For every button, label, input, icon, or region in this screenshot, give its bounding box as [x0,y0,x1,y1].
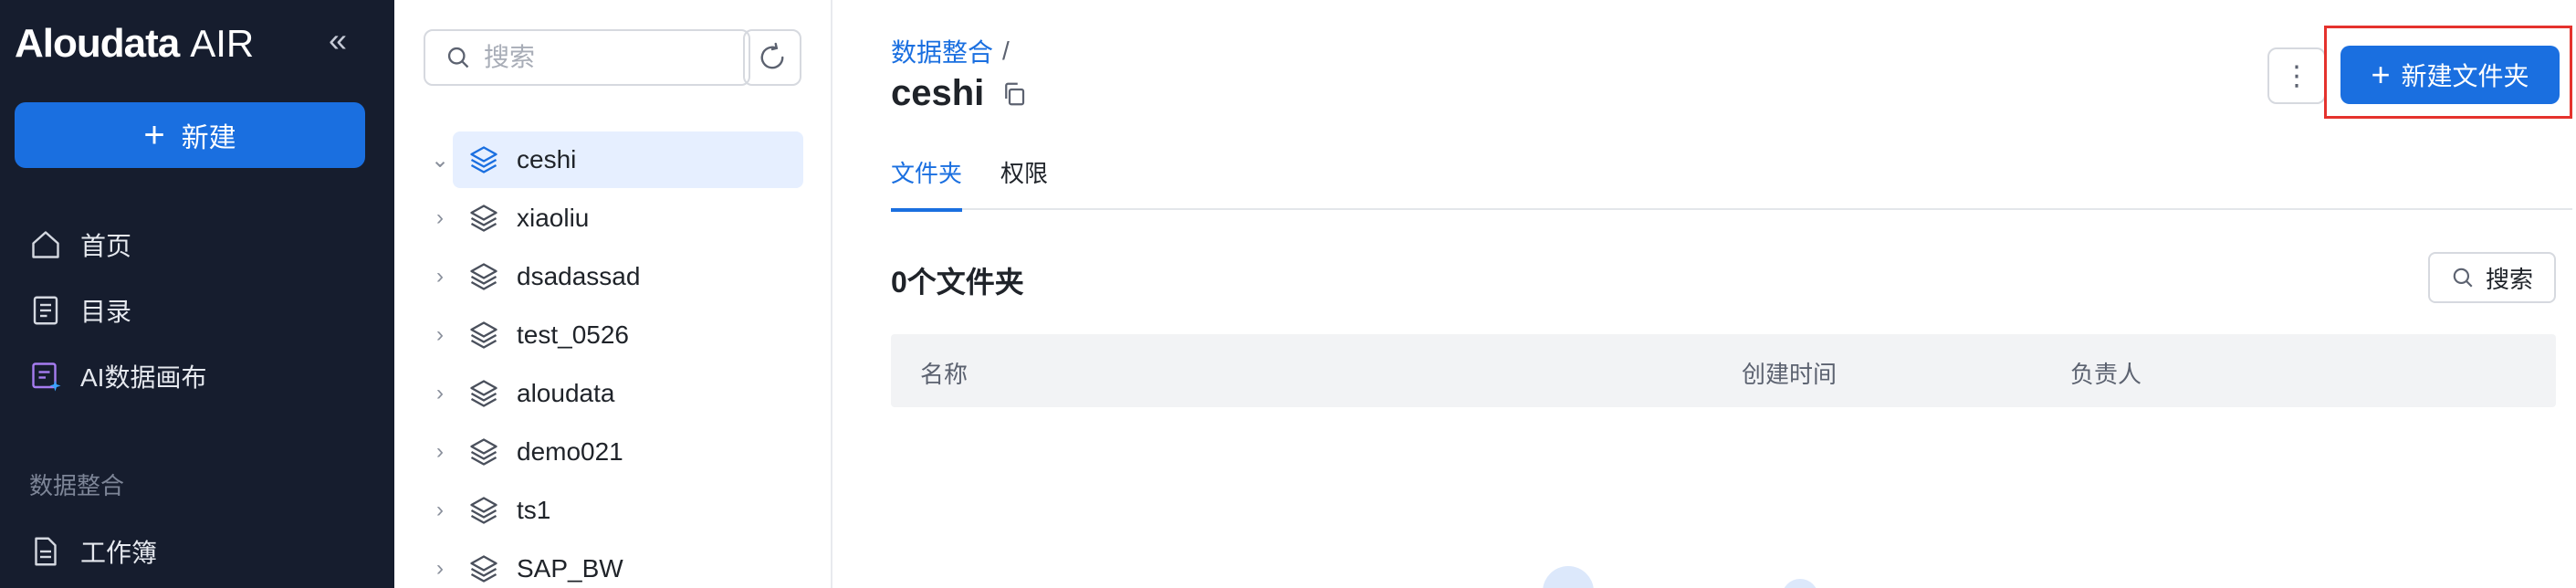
sidebar-item-ai-canvas[interactable]: AI数据画布 [29,354,206,398]
page-title: ceshi [891,73,1028,114]
table-header: 名称 创建时间 负责人 [891,334,2556,407]
tree-item-label: aloudata [517,379,615,407]
search-icon [2453,268,2473,288]
sidebar-item-workbook-label: 工作簿 [80,539,158,567]
logo-suffix: AIR [190,22,255,65]
breadcrumb-separator: / [1002,37,1010,65]
tree-item-label: xiaoliu [517,204,590,232]
layers-icon [470,380,497,407]
tree-item-label: test_0526 [517,320,629,349]
create-new-button[interactable]: + 新建 [15,102,365,168]
folder-tree-panel: ⌄ ceshi › xiaoliu › dsadassad › test_0526 › aloud… [394,0,832,588]
empty-state-illustration-bubble [1782,579,1818,588]
sidebar-item-catalog-label: 目录 [80,298,132,326]
plus-icon: + [143,115,165,155]
chevron-right-icon[interactable]: › [427,439,453,465]
tree-item[interactable]: ⌄ ceshi [427,131,803,188]
new-folder-button[interactable]: + 新建文件夹 [2340,46,2560,104]
main-content: 数据整合 / ceshi ⋮ + 新建文件夹 文件夹 权限 0个文件夹 搜索 名… [832,0,2576,588]
layers-icon [470,555,497,583]
chevron-right-icon[interactable]: › [427,322,453,348]
layers-icon [470,321,497,349]
tree-item-selected-bg [453,131,803,188]
search-button[interactable]: 搜索 [2428,252,2556,303]
tree-item-label: ts1 [517,496,551,524]
sidebar-item-workbook[interactable]: 工作簿 [29,530,157,573]
app-logo: Aloudata AIR [15,20,254,68]
chevron-down-icon[interactable]: ⌄ [427,147,453,173]
create-new-label: 新建 [181,123,236,153]
chevron-right-icon[interactable]: › [427,264,453,289]
chevron-right-icon[interactable]: › [427,205,453,231]
tab-bar: 文件夹 权限 [891,155,2572,212]
workbook-icon [35,537,57,566]
layers-icon [470,205,497,232]
chevron-right-icon[interactable]: › [427,381,453,406]
column-header-created-time[interactable]: 创建时间 [1742,356,1837,390]
breadcrumb: 数据整合 / [891,33,1010,69]
layers-icon [470,263,497,290]
layers-icon [470,146,497,173]
tree-item[interactable]: › SAP_BW [427,541,803,588]
tab-permissions[interactable]: 权限 [1000,155,1048,210]
refresh-icon [760,42,784,69]
search-icon [447,47,469,68]
tree-search-input[interactable] [484,43,739,72]
ai-canvas-icon [32,362,61,392]
tree-item[interactable]: › test_0526 [427,307,803,363]
page-title-text: ceshi [891,73,985,113]
tree-item-label: dsadassad [517,262,641,290]
tree-search-box[interactable] [424,29,750,86]
tree-item[interactable]: › demo021 [427,424,803,480]
layers-icon [470,497,497,524]
sidebar-item-ai-canvas-label: AI数据画布 [80,363,207,392]
plus-icon: + [2371,56,2391,93]
catalog-icon [33,296,58,325]
sidebar-item-catalog[interactable]: 目录 [29,289,131,332]
tree-item[interactable]: › dsadassad [427,248,803,305]
refresh-button[interactable] [743,29,801,86]
tree-item-label: ceshi [517,145,577,173]
search-button-label: 搜索 [2485,265,2533,293]
chevron-right-icon[interactable]: › [427,498,453,523]
layers-icon [470,438,497,466]
main-sidebar: Aloudata AIR « + 新建 首页 目录 AI数据画布 数据整合 工作… [0,0,394,588]
sidebar-item-home[interactable]: 首页 [29,223,131,267]
column-header-name[interactable]: 名称 [920,356,968,390]
collapse-sidebar-icon[interactable]: « [319,24,356,60]
new-folder-label: 新建文件夹 [2401,62,2529,90]
breadcrumb-link[interactable]: 数据整合 [891,33,993,69]
sidebar-section-title: 数据整合 [29,472,125,499]
tree-item[interactable]: › xiaoliu [427,190,803,247]
empty-state-illustration [1543,566,1594,588]
copy-icon[interactable] [1000,80,1028,108]
sidebar-item-home-label: 首页 [80,232,132,260]
more-options-button[interactable]: ⋮ [2267,47,2326,104]
column-header-owner[interactable]: 负责人 [2070,356,2141,390]
tree-item-label: demo021 [517,437,623,466]
folder-count: 0个文件夹 [891,266,1024,299]
logo-brand: Aloudata [15,21,180,66]
tree-item[interactable]: › ts1 [427,482,803,539]
tree-item-label: SAP_BW [517,554,623,583]
tab-folders[interactable]: 文件夹 [891,155,963,212]
chevron-right-icon[interactable]: › [427,556,453,582]
home-icon [32,231,59,258]
tree-item[interactable]: › aloudata [427,365,803,422]
more-vertical-icon: ⋮ [2283,60,2310,91]
